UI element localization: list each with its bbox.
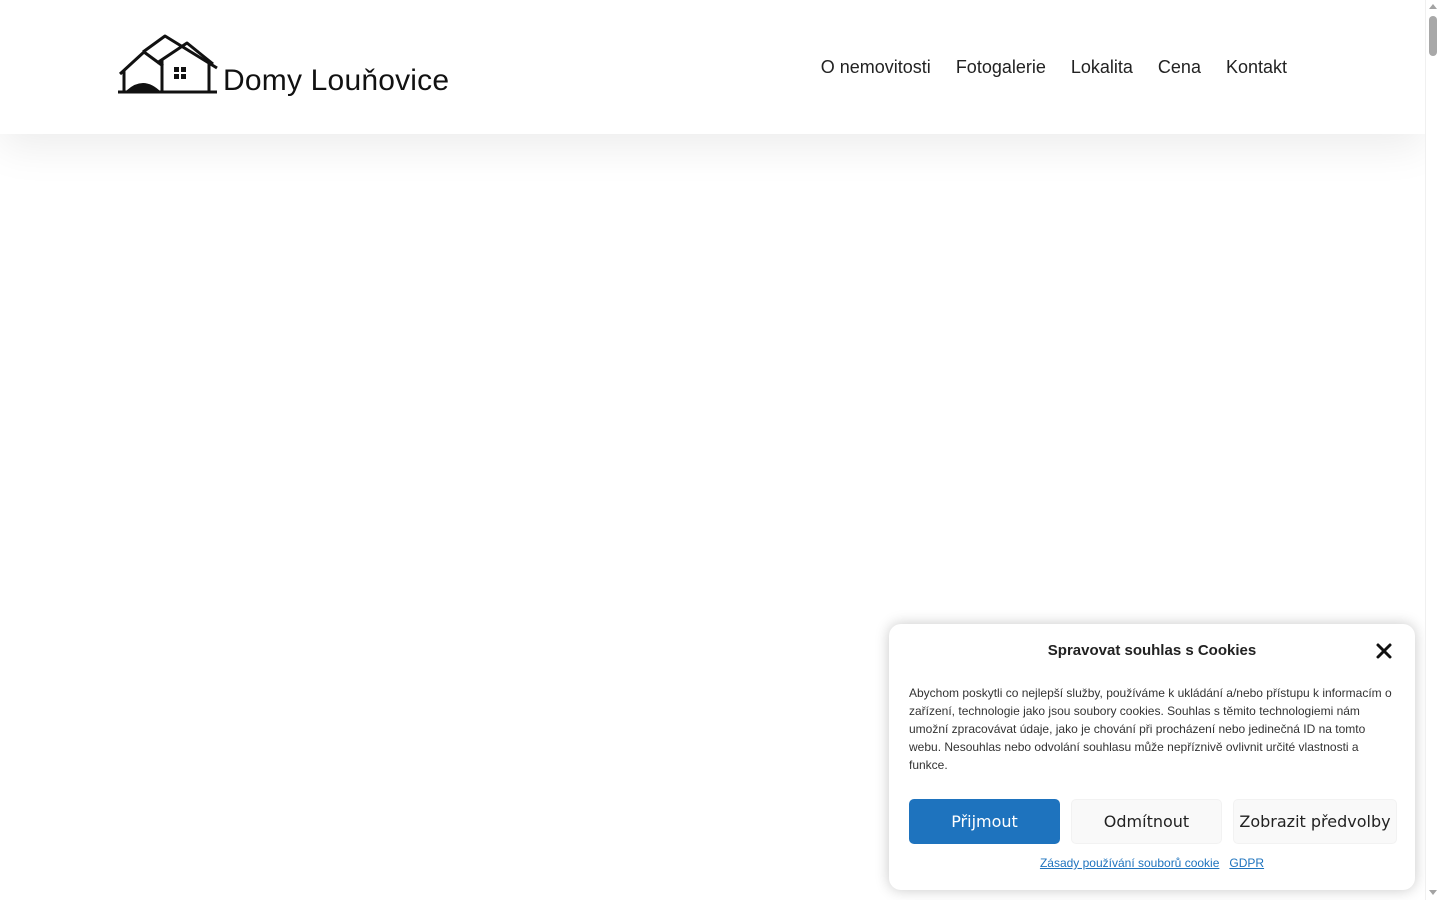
cookie-dialog-text: Abychom poskytli co nejlepší služby, pou… [909,686,1392,772]
view-preferences-button[interactable]: Zobrazit předvolby [1233,799,1397,844]
nav-item-fotogalerie[interactable]: Fotogalerie [956,55,1046,79]
nav-item-cena[interactable]: Cena [1158,55,1201,79]
brand-link[interactable]: Domy Louňovice [117,34,450,97]
cookie-dialog-title: Spravovat souhlas s Cookies [1047,642,1257,659]
scroll-up-arrow-icon[interactable] [1429,4,1437,9]
deny-button[interactable]: Odmítnout [1071,799,1222,844]
nav-item-o-nemovitosti[interactable]: O nemovitosti [821,55,931,79]
accept-button[interactable]: Přijmout [909,799,1060,844]
gdpr-link[interactable]: GDPR [1229,856,1264,870]
site-header: Domy Louňovice O nemovitosti Fotogalerie… [0,0,1425,134]
cookie-policy-link[interactable]: Zásady používání souborů cookie [1040,856,1219,870]
scroll-down-arrow-icon[interactable] [1429,890,1437,895]
close-icon[interactable] [1375,642,1393,660]
house-logo-icon [118,34,218,94]
nav-item-kontakt[interactable]: Kontakt [1226,55,1287,79]
cookie-links: Zásady používání souborů cookie GDPR [889,856,1415,870]
nav-item-lokalita[interactable]: Lokalita [1071,55,1133,79]
vertical-scrollbar[interactable] [1425,0,1440,900]
page-viewport: Domy Louňovice O nemovitosti Fotogalerie… [0,0,1425,900]
cookie-consent-dialog: Spravovat souhlas s Cookies Abychom posk… [889,624,1415,890]
brand-name: Domy Louňovice [223,64,450,97]
cookie-button-group: Přijmout Odmítnout Zobrazit předvolby [909,799,1397,844]
main-nav: O nemovitosti Fotogalerie Lokalita Cena … [821,55,1287,79]
scroll-thumb[interactable] [1429,16,1437,56]
